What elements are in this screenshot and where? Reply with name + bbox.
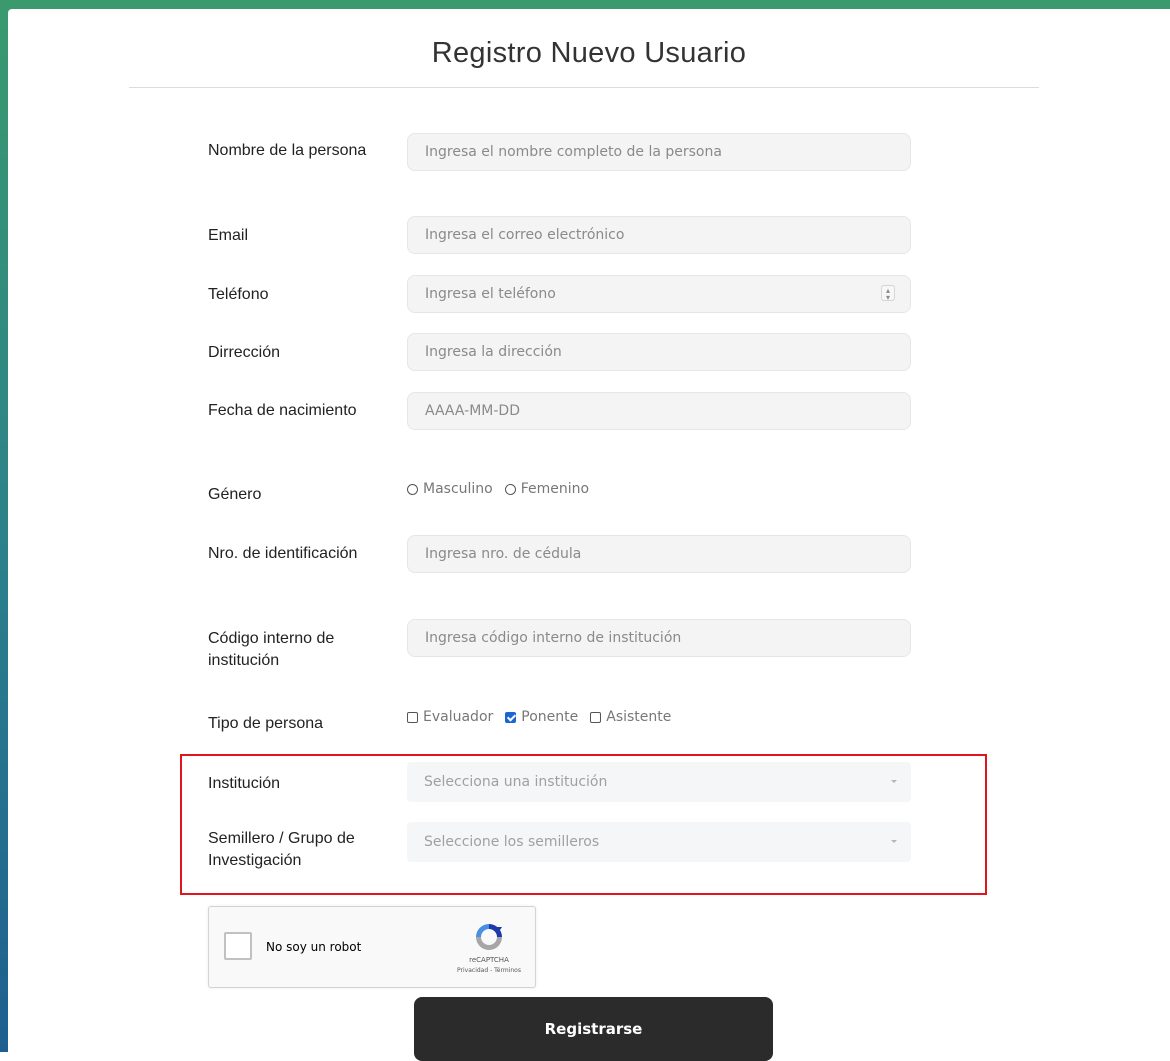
genero-option-label: Femenino — [520, 481, 590, 497]
tipo-option-label: Evaluador — [423, 709, 494, 725]
registration-panel: Registro Nuevo Usuario Nombre de la pers… — [8, 9, 1170, 1061]
tipo-option-asistente[interactable]: Asistente — [590, 709, 671, 725]
register-button[interactable]: Registrarse — [414, 997, 773, 1061]
nombre-label: Nombre de la persona — [208, 142, 367, 159]
identificacion-input[interactable] — [407, 535, 911, 573]
institucion-label: Institución — [208, 775, 281, 792]
recaptcha-checkbox[interactable] — [224, 932, 252, 960]
recaptcha-logo-icon — [476, 924, 502, 950]
radio-icon[interactable] — [504, 483, 516, 495]
semillero-select[interactable]: Seleccione los semilleros — [407, 822, 911, 862]
recaptcha-brand: reCAPTCHA — [469, 956, 509, 964]
checkbox-checked-icon[interactable] — [505, 711, 517, 723]
page-title: Registro Nuevo Usuario — [431, 37, 747, 69]
telefono-field: ▴▾ — [407, 275, 911, 313]
nombre-input[interactable] — [407, 133, 911, 171]
email-input[interactable] — [407, 216, 911, 254]
radio-icon[interactable] — [407, 483, 418, 495]
recaptcha-label: No soy un robot — [266, 940, 362, 954]
codigo-label: Código interno de institución — [208, 630, 335, 669]
telefono-label: Teléfono — [208, 286, 269, 303]
genero-option-label: Masculino — [423, 481, 493, 497]
codigo-input[interactable] — [407, 619, 911, 657]
tipo-label: Tipo de persona — [208, 715, 324, 732]
number-stepper-icon[interactable]: ▴ ▾ — [881, 285, 895, 302]
email-label: Email — [208, 227, 249, 244]
direccion-input[interactable] — [407, 333, 911, 371]
tipo-options: Evaluador Ponente Asistente — [407, 707, 683, 727]
recaptcha-terms-link[interactable]: Privacidad - Términos — [431, 967, 547, 974]
genero-options: Masculino Femenino — [407, 479, 601, 499]
tipo-option-label: Ponente — [521, 709, 579, 725]
semillero-select-placeholder: Seleccione los semilleros — [424, 834, 600, 850]
tipo-option-ponente[interactable]: Ponente — [505, 709, 578, 725]
tipo-option-label: Asistente — [606, 709, 672, 725]
direccion-label: Dirrección — [208, 344, 281, 361]
institucion-select-placeholder: Selecciona una institución — [424, 774, 608, 790]
identificacion-label: Nro. de identificación — [208, 545, 358, 562]
telefono-input[interactable] — [407, 275, 911, 313]
genero-label: Género — [208, 486, 262, 503]
fecha-label: Fecha de nacimiento — [208, 402, 357, 419]
chevron-down-icon — [891, 780, 897, 783]
recaptcha-widget: No soy un robot reCAPTCHA Privacidad - T… — [208, 906, 536, 988]
checkbox-icon[interactable] — [407, 711, 418, 723]
semillero-label: Semillero / Grupo de Investigación — [208, 830, 355, 869]
genero-option-femenino[interactable]: Femenino — [504, 481, 590, 497]
genero-option-masculino[interactable]: Masculino — [407, 481, 493, 497]
tipo-option-evaluador[interactable]: Evaluador — [407, 709, 493, 725]
chevron-down-icon — [891, 840, 897, 843]
fecha-input[interactable] — [407, 392, 911, 430]
institucion-select[interactable]: Selecciona una institución — [407, 762, 911, 802]
title-divider — [129, 87, 1039, 88]
checkbox-icon[interactable] — [590, 711, 602, 723]
